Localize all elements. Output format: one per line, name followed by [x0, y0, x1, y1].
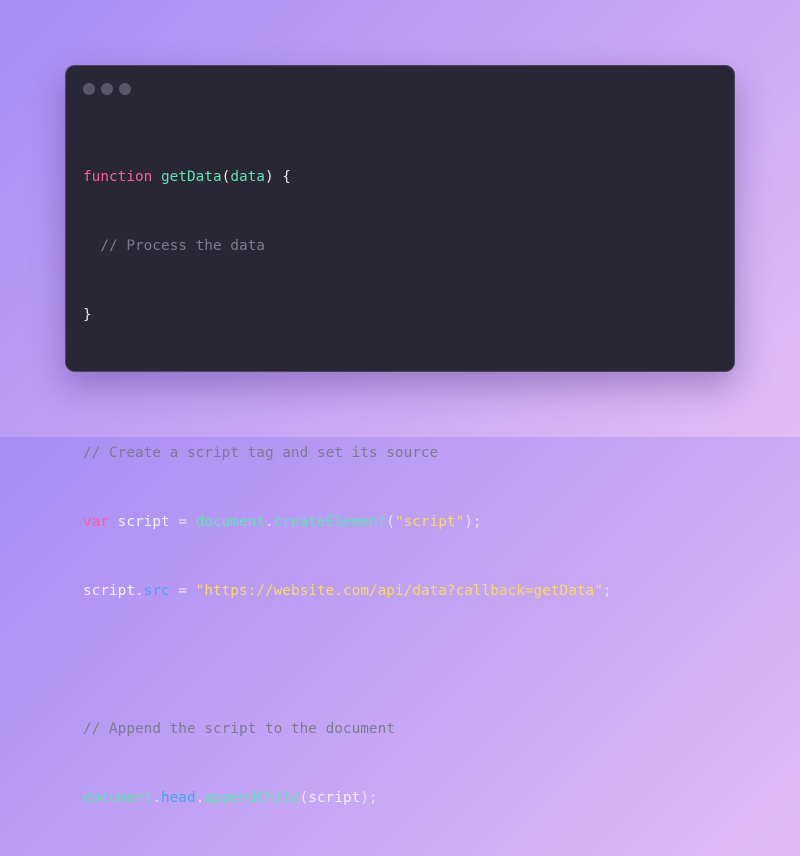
method-token: appendChild [204, 790, 300, 806]
punctuation-token: . [195, 790, 205, 806]
code-line-10: document.head.appendChild(script); [83, 787, 612, 810]
comment-token: // Create a script tag and set its sourc… [83, 445, 439, 461]
operator-token: = [169, 583, 196, 599]
maximize-dot-icon[interactable] [119, 83, 131, 95]
punctuation-token: ; [602, 583, 612, 599]
object-token: document [195, 514, 265, 530]
code-line-7: script.src = "https://website.com/api/da… [83, 580, 612, 603]
code-line-2: // Process the data [83, 235, 612, 258]
punctuation-token: ( [386, 514, 395, 530]
minimize-dot-icon[interactable] [101, 83, 113, 95]
variable-token: script [109, 514, 179, 530]
string-token: "https://website.com/api/data?callback=g… [195, 583, 603, 599]
property-token: head [160, 790, 196, 806]
code-block: function getData(data) { // Process the … [83, 120, 612, 856]
punctuation-token: . [134, 583, 144, 599]
argument-token: script [308, 790, 361, 806]
keyword-token: function [83, 169, 153, 185]
property-token: src [143, 583, 170, 599]
punctuation-token: . [264, 514, 274, 530]
string-token: "script" [394, 514, 465, 530]
function-name-token: getData [160, 169, 222, 185]
punctuation-token: ) { [264, 169, 291, 185]
code-line-5: // Create a script tag and set its sourc… [83, 442, 612, 465]
variable-token: script [83, 583, 135, 599]
close-dot-icon[interactable] [83, 83, 95, 95]
comment-token: // Append the script to the document [83, 721, 395, 737]
operator-token: = [178, 514, 196, 530]
code-line-9: // Append the script to the document [83, 718, 612, 741]
punctuation-token: ( [221, 169, 231, 185]
punctuation-token: } [83, 307, 92, 323]
punctuation-token: ( [299, 790, 309, 806]
method-token: createElement [273, 514, 387, 530]
parameter-token: data [230, 169, 265, 185]
code-line-1: function getData(data) { [83, 166, 612, 189]
code-window: function getData(data) { // Process the … [65, 65, 735, 806]
object-token: document [83, 790, 153, 806]
punctuation-token: . [152, 790, 161, 806]
punctuation-token: ); [464, 514, 482, 530]
code-line-6: var script = document.createElement("scr… [83, 511, 612, 534]
punctuation-token: ); [360, 790, 378, 806]
code-line-3: } [83, 304, 612, 327]
keyword-token: var [83, 514, 109, 530]
window-controls [83, 83, 131, 95]
comment-token: // Process the data [83, 238, 265, 254]
